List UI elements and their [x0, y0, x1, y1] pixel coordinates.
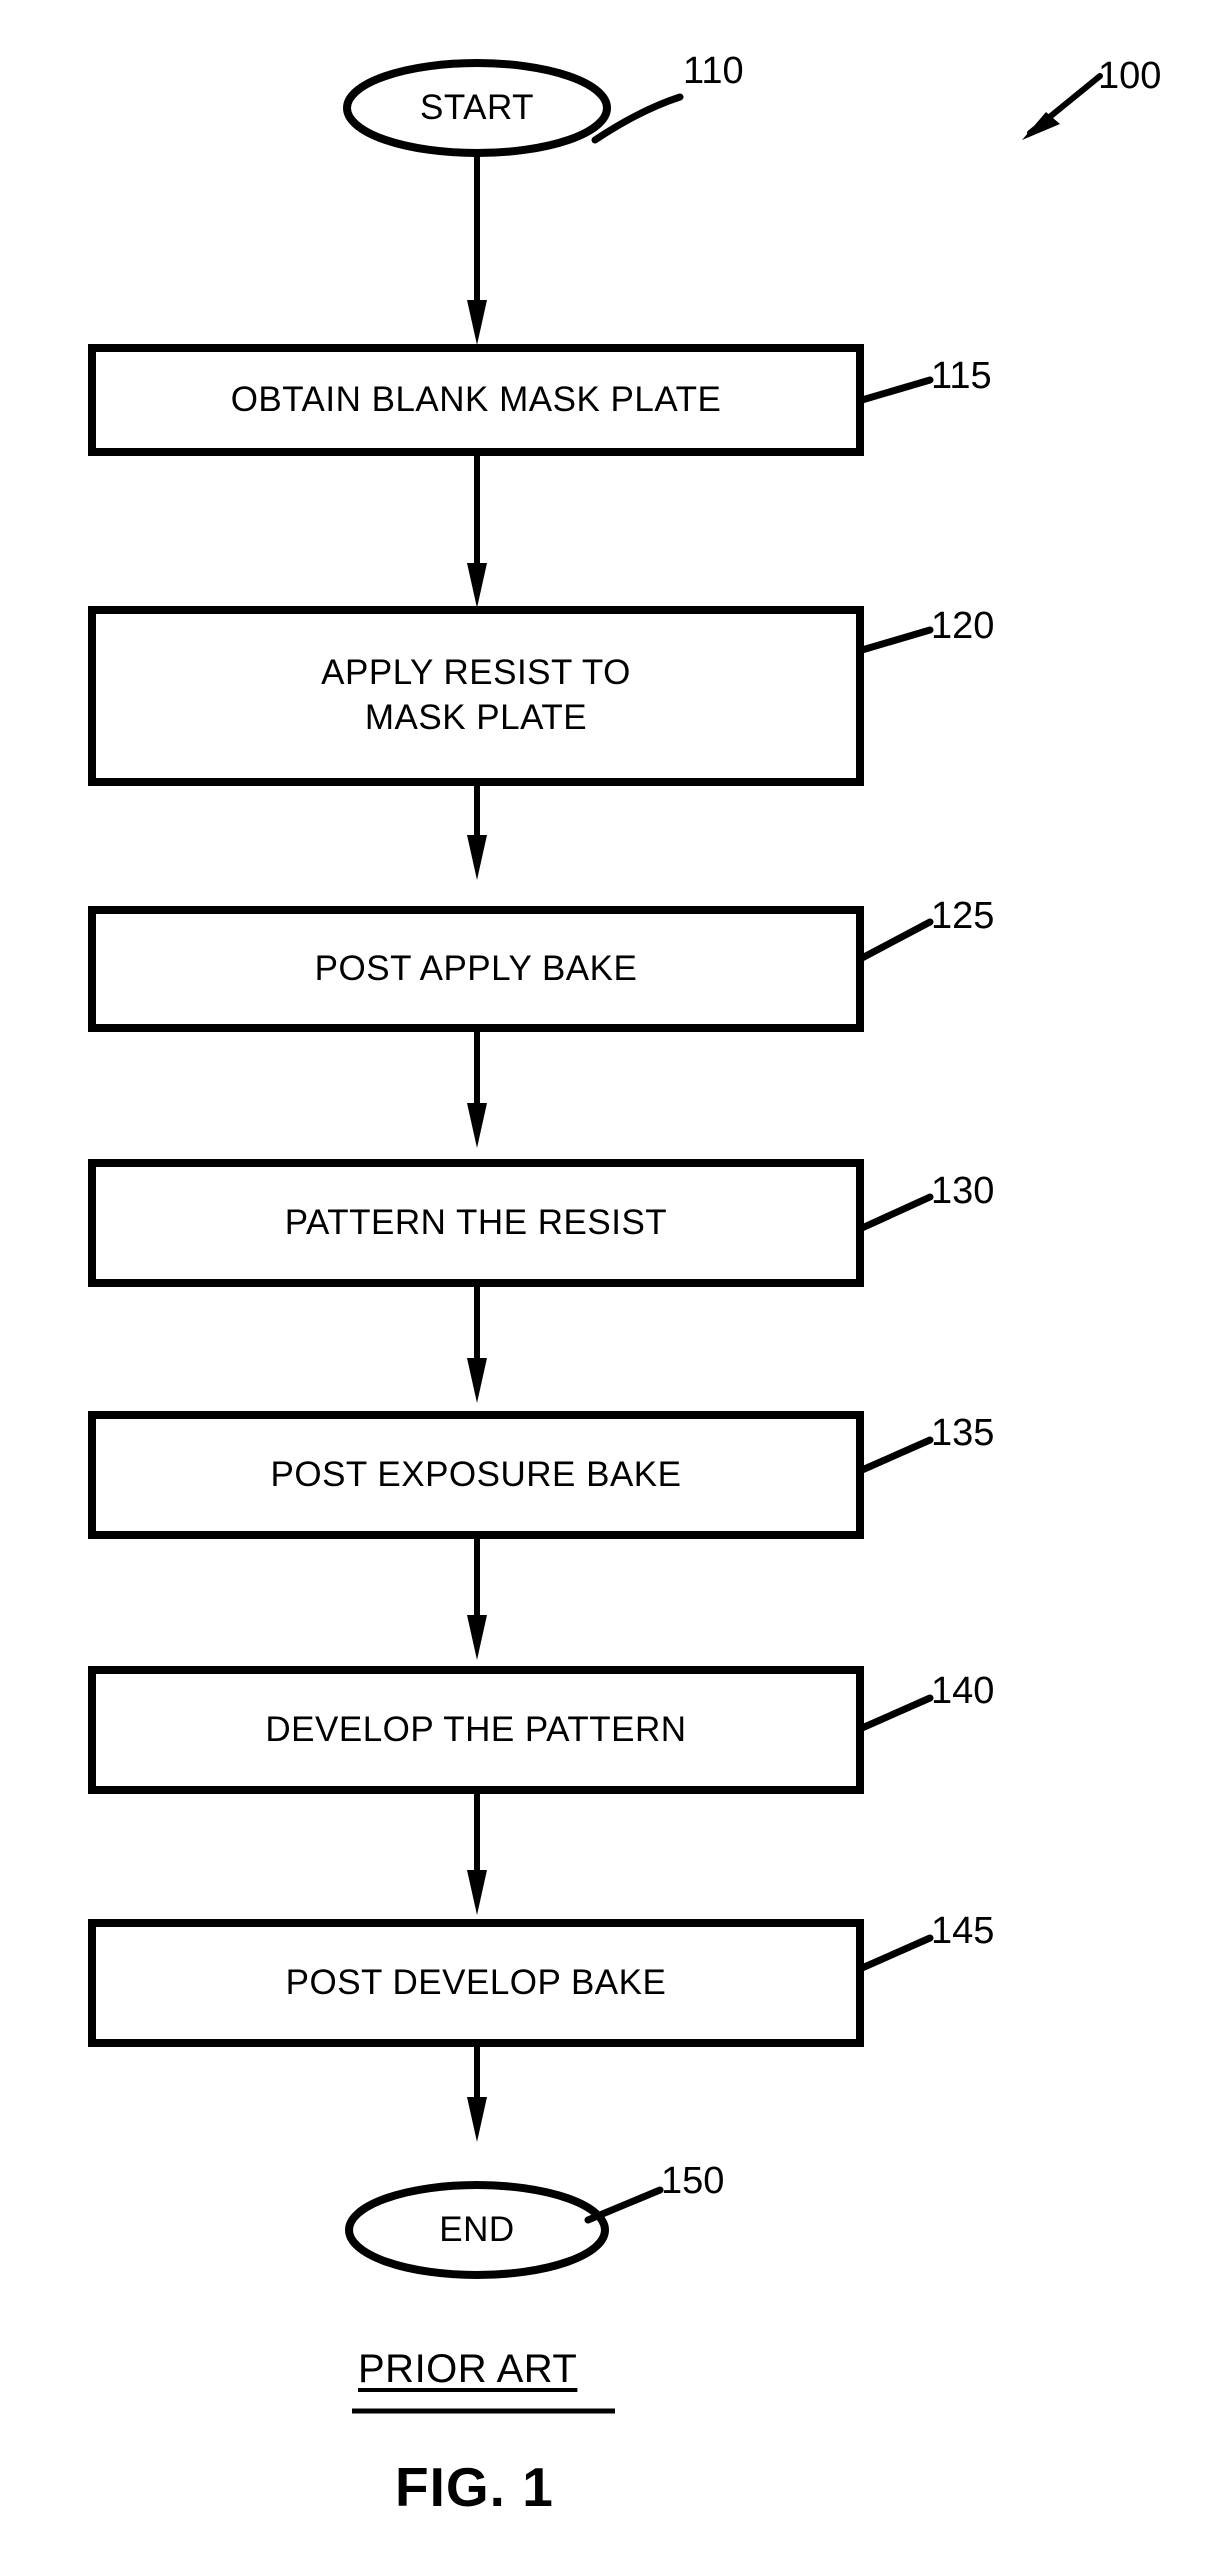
prior-art-caption: PRIOR ART	[358, 2347, 578, 2391]
ref-label-140: 140	[931, 1670, 995, 1712]
leader-line-140	[858, 1694, 934, 1732]
connector-140-to-145	[467, 1790, 487, 1915]
leader-line-125	[858, 918, 934, 962]
patent-figure: START OBTAIN BLANK MASK PLATE APPLY RESI…	[0, 0, 1217, 2558]
ref-label-145: 145	[931, 1910, 995, 1952]
connector-start-to-115	[467, 154, 487, 345]
node-step135-shape[interactable]	[88, 1411, 864, 1539]
ref-label-120: 120	[931, 605, 995, 647]
ref-label-150: 150	[661, 2160, 725, 2202]
figure-number-caption: FIG. 1	[395, 2456, 554, 2518]
node-step115-shape[interactable]	[88, 344, 864, 456]
flowchart-canvas	[88, 59, 1103, 2414]
ref-label-125: 125	[931, 895, 995, 937]
overall-ref-arrow-100	[1022, 73, 1103, 140]
leader-line-150	[584, 2186, 664, 2224]
node-step145-shape[interactable]	[88, 1919, 864, 2047]
ref-label-130: 130	[931, 1170, 995, 1212]
leader-line-145	[858, 1934, 934, 1972]
ref-label-110: 110	[683, 50, 744, 92]
node-step125-shape[interactable]	[88, 906, 864, 1032]
connector-120-to-125	[467, 782, 487, 880]
node-start-shape[interactable]	[343, 59, 611, 157]
ref-label-115: 115	[931, 355, 992, 397]
connector-130-to-135	[467, 1283, 487, 1403]
node-step140-shape[interactable]	[88, 1666, 864, 1794]
connector-135-to-140	[467, 1535, 487, 1660]
node-step130-shape[interactable]	[88, 1159, 864, 1287]
leader-line-120	[858, 626, 934, 654]
leader-line-135	[858, 1436, 934, 1474]
ref-label-100: 100	[1098, 55, 1162, 97]
connector-125-to-130	[467, 1028, 487, 1148]
connector-115-to-120	[467, 452, 487, 608]
node-step120-shape[interactable]	[88, 606, 864, 786]
ref-label-135: 135	[931, 1412, 995, 1454]
leader-line-115	[858, 376, 934, 404]
leader-line-130	[858, 1193, 934, 1232]
node-end-shape[interactable]	[345, 2181, 609, 2279]
connector-145-to-end	[467, 2043, 487, 2142]
